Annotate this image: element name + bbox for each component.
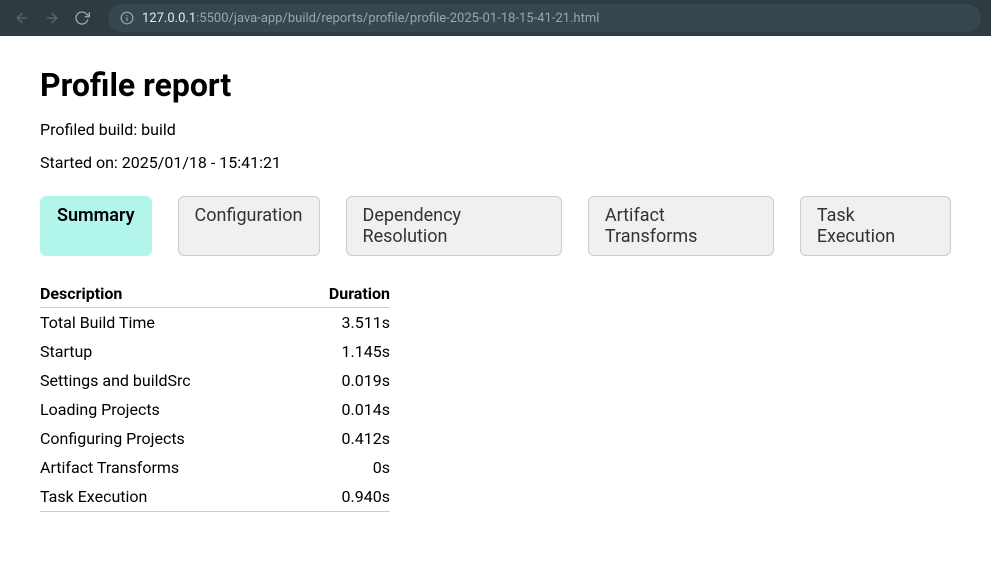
row-description: Total Build Time [40,308,289,338]
tab-dependency-resolution[interactable]: Dependency Resolution [346,196,562,256]
row-duration: 1.145s [289,337,390,366]
tab-summary[interactable]: Summary [40,196,152,256]
table-row: Settings and buildSrc0.019s [40,366,390,395]
table-row: Total Build Time3.511s [40,308,390,338]
url-host: 127.0.0.1 [142,11,196,26]
back-button[interactable] [10,6,34,30]
header-description: Description [40,280,289,308]
info-icon [120,11,134,25]
arrow-left-icon [14,10,30,26]
tabs-container: Summary Configuration Dependency Resolutio… [40,196,951,256]
page-content: Profile report Profiled build: build Sta… [0,36,991,542]
url-path: :5500/java-app/build/reports/profile/pro… [196,11,599,26]
row-duration: 0.412s [289,424,390,453]
tab-configuration[interactable]: Configuration [178,196,320,256]
row-duration: 0s [289,453,390,482]
url-bar[interactable]: 127.0.0.1:5500/java-app/build/reports/pr… [108,4,981,32]
row-description: Configuring Projects [40,424,289,453]
row-duration: 0.019s [289,366,390,395]
page-title: Profile report [40,66,951,104]
row-description: Task Execution [40,482,289,512]
summary-table: Description Duration Total Build Time3.5… [40,280,390,512]
started-on-label: Started on: 2025/01/18 - 15:41:21 [40,153,951,172]
table-header-row: Description Duration [40,280,390,308]
row-description: Startup [40,337,289,366]
row-duration: 3.511s [289,308,390,338]
reload-button[interactable] [70,6,94,30]
browser-toolbar: 127.0.0.1:5500/java-app/build/reports/pr… [0,0,991,36]
row-description: Settings and buildSrc [40,366,289,395]
table-row: Task Execution0.940s [40,482,390,512]
arrow-right-icon [44,10,60,26]
tab-task-execution[interactable]: Task Execution [800,196,951,256]
row-duration: 0.940s [289,482,390,512]
table-row: Configuring Projects0.412s [40,424,390,453]
header-duration: Duration [289,280,390,308]
row-description: Artifact Transforms [40,453,289,482]
url-text: 127.0.0.1:5500/java-app/build/reports/pr… [142,11,599,26]
table-row: Startup1.145s [40,337,390,366]
table-row: Loading Projects0.014s [40,395,390,424]
reload-icon [74,10,90,26]
tab-artifact-transforms[interactable]: Artifact Transforms [588,196,774,256]
row-description: Loading Projects [40,395,289,424]
table-row: Artifact Transforms0s [40,453,390,482]
row-duration: 0.014s [289,395,390,424]
forward-button[interactable] [40,6,64,30]
profiled-build-label: Profiled build: build [40,120,951,139]
